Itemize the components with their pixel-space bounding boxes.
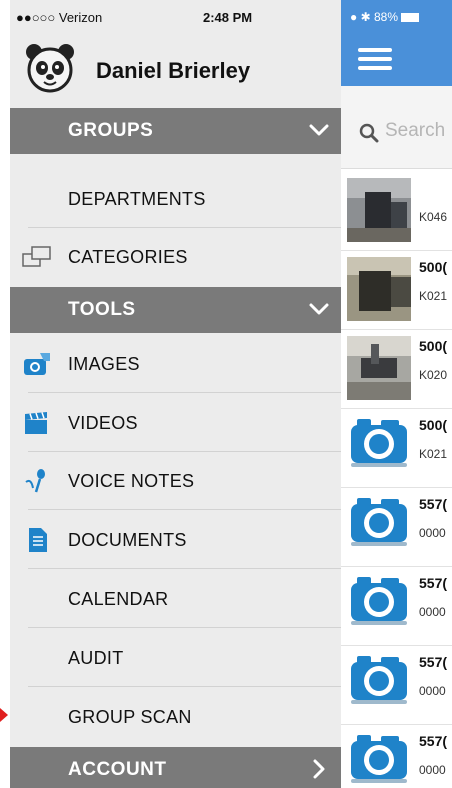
item-code: K046	[419, 210, 448, 224]
bluetooth-icon: ✱	[360, 10, 371, 24]
list-item[interactable]: 557( 0000	[341, 725, 452, 788]
categories-label: CATEGORIES	[68, 247, 188, 267]
side-drawer: Daniel Brierley GROUPS DEPARTMENTS CATEG…	[10, 0, 341, 788]
list-item[interactable]: 557( 0000	[341, 488, 452, 567]
item-code: 0000	[419, 763, 446, 777]
menu-item-categories[interactable]: CATEGORIES	[10, 228, 341, 286]
images-label: IMAGES	[68, 354, 140, 374]
profile-header[interactable]: Daniel Brierley	[10, 38, 341, 108]
item-title: 557(	[419, 733, 448, 749]
camera-icon	[351, 577, 407, 625]
menu-item-departments[interactable]: DEPARTMENTS	[10, 170, 341, 228]
camera-icon	[351, 498, 407, 546]
item-title: 557(	[419, 496, 448, 512]
tools-header-label: TOOLS	[68, 299, 136, 320]
photo-thumbnail	[347, 178, 411, 242]
status-bar: ●●○○○ Verizon 2:48 PM ● ✱ 88%	[10, 0, 452, 38]
list-item[interactable]: 500( K021	[341, 251, 452, 330]
item-title: 500(	[419, 259, 448, 275]
photo-thumbnail	[347, 336, 411, 400]
item-title: 500(	[419, 338, 448, 354]
list-item[interactable]: 557( 0000	[341, 646, 452, 725]
content-pane: Search K046 500( K021 500( K020 500( K02…	[341, 0, 452, 788]
search-icon	[359, 123, 379, 143]
camera-icon	[351, 419, 407, 467]
document-icon	[29, 528, 47, 552]
camera-icon	[351, 735, 407, 783]
menu-item-videos[interactable]: VIDEOS	[10, 394, 341, 452]
camera-icon	[351, 656, 407, 704]
list-item[interactable]: 557( 0000	[341, 567, 452, 646]
alarm-icon: ●	[350, 10, 358, 24]
chevron-down-icon	[309, 303, 329, 315]
divider	[28, 686, 341, 687]
item-code: K021	[419, 447, 448, 461]
pointer-marker-icon	[0, 708, 8, 722]
documents-label: DOCUMENTS	[68, 530, 187, 550]
item-title: 557(	[419, 575, 448, 591]
divider	[28, 392, 341, 393]
camera-icon	[24, 353, 50, 375]
menu-item-group-scan[interactable]: GROUP SCAN	[10, 688, 341, 746]
voice-notes-label: VOICE NOTES	[68, 471, 195, 491]
audit-label: AUDIT	[68, 648, 124, 668]
divider	[28, 627, 341, 628]
item-code: 0000	[419, 605, 446, 619]
list-item[interactable]: 500( K020	[341, 330, 452, 409]
divider	[28, 568, 341, 569]
clock: 2:48 PM	[203, 10, 253, 25]
list-item[interactable]: 500( K021	[341, 409, 452, 488]
menu-item-images[interactable]: IMAGES	[10, 335, 341, 393]
battery-percent: 88%	[374, 10, 399, 24]
search-placeholder: Search	[385, 120, 446, 141]
clapperboard-icon	[25, 412, 47, 434]
microphone-icon	[25, 469, 45, 493]
user-name: Daniel Brierley	[96, 58, 251, 83]
menu-item-documents[interactable]: DOCUMENTS	[10, 511, 341, 569]
menu-item-calendar[interactable]: CALENDAR	[10, 570, 341, 628]
item-code: K021	[419, 289, 448, 303]
item-code: K020	[419, 368, 448, 382]
hamburger-menu-icon[interactable]	[358, 48, 392, 70]
chevron-right-icon	[313, 759, 325, 779]
departments-label: DEPARTMENTS	[68, 189, 206, 209]
item-code: 0000	[419, 684, 446, 698]
tools-section-header[interactable]: TOOLS	[10, 287, 341, 333]
item-title: 500(	[419, 417, 448, 433]
battery-icon	[401, 13, 420, 23]
status-icons: ● ✱ 88%	[350, 10, 420, 24]
panda-avatar-icon	[26, 44, 74, 93]
app-frame: Daniel Brierley GROUPS DEPARTMENTS CATEG…	[10, 0, 452, 788]
chevron-down-icon	[309, 124, 329, 136]
calendar-label: CALENDAR	[68, 589, 169, 609]
account-section-header[interactable]: ACCOUNT	[10, 747, 341, 788]
list-item[interactable]: K046	[341, 172, 452, 251]
menu-item-voice-notes[interactable]: VOICE NOTES	[10, 452, 341, 510]
item-code: 0000	[419, 526, 446, 540]
groups-section-header[interactable]: GROUPS	[10, 108, 341, 154]
account-header-label: ACCOUNT	[68, 759, 167, 780]
photo-thumbnail	[347, 257, 411, 321]
group-scan-label: GROUP SCAN	[68, 707, 192, 727]
divider	[28, 509, 341, 510]
categories-icon	[22, 246, 51, 267]
search-bar[interactable]: Search	[341, 86, 452, 169]
groups-header-label: GROUPS	[68, 120, 154, 141]
item-title: 557(	[419, 654, 448, 670]
carrier-signal: ●●○○○ Verizon	[16, 10, 103, 25]
menu-item-audit[interactable]: AUDIT	[10, 629, 341, 687]
videos-label: VIDEOS	[68, 413, 138, 433]
